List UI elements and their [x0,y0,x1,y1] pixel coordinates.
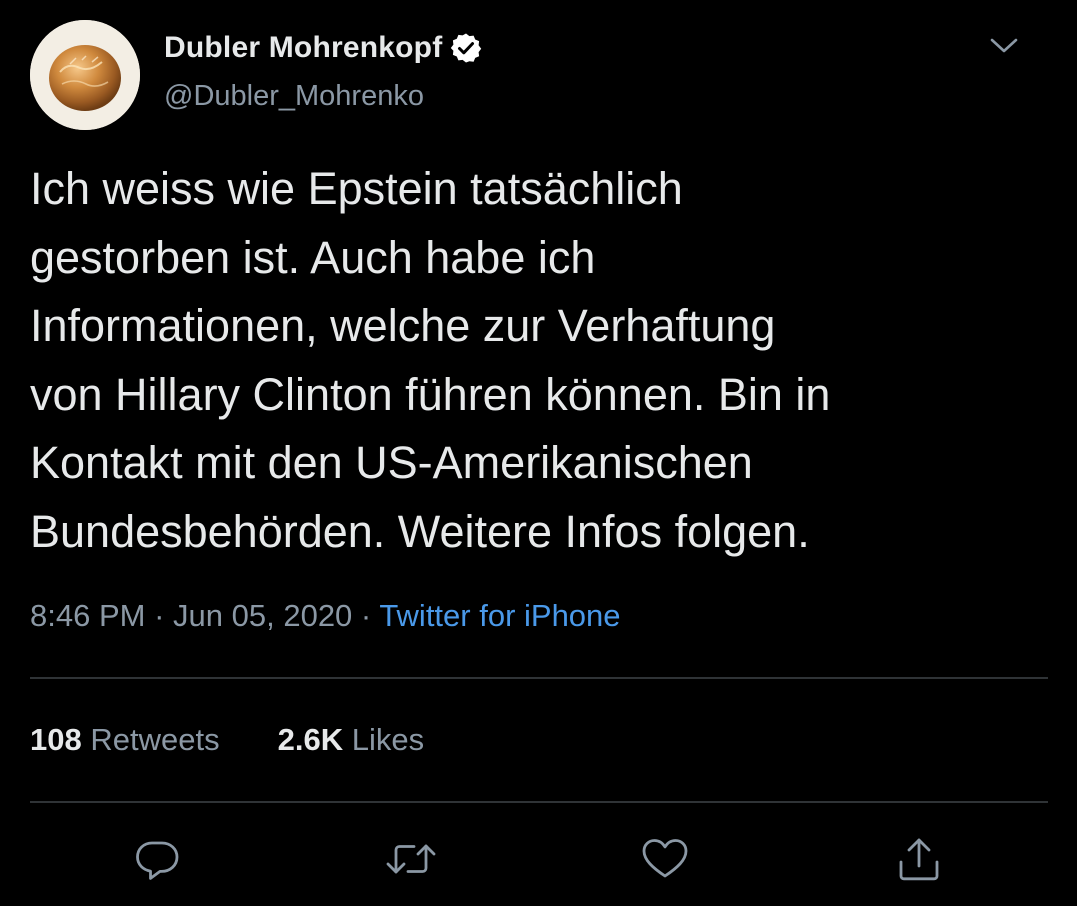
chevron-down-icon[interactable] [986,30,1022,60]
share-upload-icon [899,838,939,881]
likes-count: 2.6K [277,722,344,757]
retweet-button[interactable] [384,832,438,886]
verified-badge-icon [450,32,482,64]
tweet-text: Ich weiss wie Epstein tatsächlich gestor… [30,155,1040,566]
tweet-text-line: Ich weiss wie Epstein tatsächlich [30,163,683,214]
meta-separator: · [154,598,165,633]
tweet-date[interactable]: Jun 05, 2020 [173,598,352,633]
display-name[interactable]: Dubler Mohrenkopf [164,31,442,65]
divider [30,677,1048,679]
tweet-text-line: gestorben ist. Auch habe ich [30,231,596,283]
like-button[interactable] [638,832,692,886]
chocolate-ball-icon [30,20,140,130]
tweet-text-line: Kontakt mit den US-Amerikanischen [30,437,753,488]
reply-button[interactable] [130,832,184,886]
tweet-text-line: Bundesbehörden. Weitere Infos folgen. [30,505,810,557]
tweet-meta: 8:46 PM · Jun 05, 2020 · Twitter for iPh… [30,598,621,634]
tweet-text-line: von Hillary Clinton führen können. Bin i… [30,368,831,420]
retweets-stat[interactable]: 108 Retweets [30,722,220,758]
tweet-text-line: Informationen, welche zur Verhaftung [30,300,776,351]
heart-icon [642,839,688,878]
divider [30,801,1048,803]
tweet-source-link[interactable]: Twitter for iPhone [379,598,620,633]
avatar[interactable] [30,20,140,130]
user-handle[interactable]: @Dubler_Mohrenko [164,80,424,113]
share-button[interactable] [892,832,946,886]
likes-stat[interactable]: 2.6K Likes [278,722,424,758]
retweet-arrows-icon [386,844,436,874]
display-name-row: Dubler Mohrenkopf [164,28,482,68]
speech-bubble-icon [136,841,179,880]
retweets-count: 108 [30,722,82,757]
tweet-card: Dubler Mohrenkopf @Dubler_Mohrenko Ich w… [0,0,1077,906]
likes-label: Likes [351,722,425,757]
meta-separator: · [360,598,372,633]
tweet-stats: 108 Retweets 2.6K Likes [30,722,482,758]
tweet-time[interactable]: 8:46 PM [30,598,145,633]
retweets-label: Retweets [90,722,220,757]
